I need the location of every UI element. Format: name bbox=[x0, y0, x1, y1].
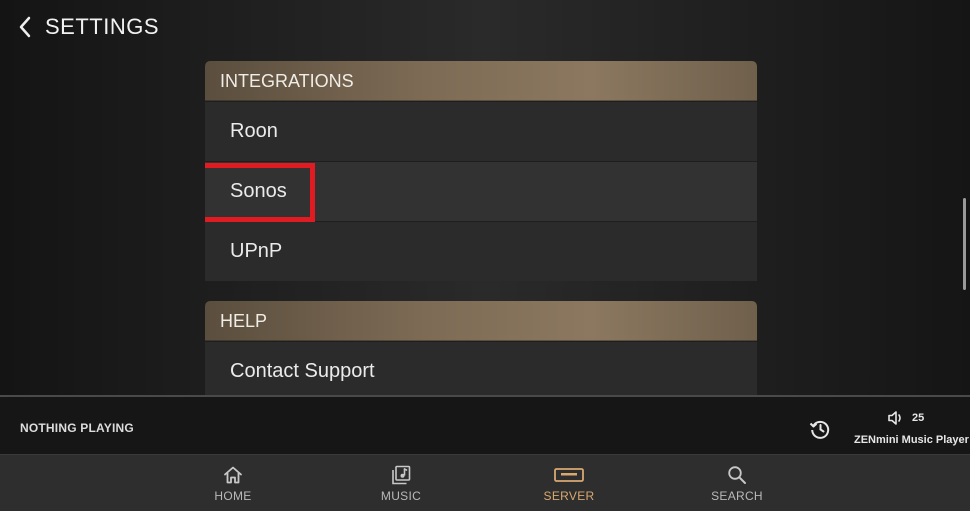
settings-item-label: Contact Support bbox=[230, 360, 375, 382]
now-playing-status: NOTHING PLAYING bbox=[20, 421, 134, 435]
settings-item-sonos[interactable]: Sonos bbox=[205, 161, 757, 222]
section-help: HELP Contact Support bbox=[205, 301, 757, 395]
section-header-integrations: INTEGRATIONS bbox=[205, 61, 757, 101]
settings-item-roon[interactable]: Roon bbox=[205, 101, 757, 161]
history-button[interactable] bbox=[808, 417, 832, 441]
nav-server[interactable]: SERVER bbox=[519, 455, 619, 511]
settings-item-contact-support[interactable]: Contact Support bbox=[205, 341, 757, 395]
nav-home[interactable]: HOME bbox=[183, 455, 283, 511]
settings-item-label: Roon bbox=[230, 120, 278, 142]
nav-label: SEARCH bbox=[711, 489, 763, 503]
volume-value: 25 bbox=[912, 412, 925, 424]
server-icon bbox=[554, 468, 584, 482]
bottom-nav: HOME MUSIC SERVER SEARCH bbox=[0, 454, 970, 511]
home-icon bbox=[224, 466, 242, 484]
speaker-icon bbox=[888, 411, 901, 425]
music-library-icon bbox=[392, 465, 411, 485]
nav-label: HOME bbox=[214, 489, 252, 503]
zone-name[interactable]: ZENmini Music Player bbox=[854, 434, 969, 446]
back-button[interactable] bbox=[14, 15, 36, 39]
settings-item-label: Sonos bbox=[230, 180, 287, 202]
volume-control[interactable]: 25 bbox=[888, 411, 924, 425]
header: SETTINGS bbox=[0, 0, 970, 54]
app-window: SETTINGS INTEGRATIONS Roon Sonos UPnP HE… bbox=[0, 0, 970, 511]
nav-music[interactable]: MUSIC bbox=[351, 455, 451, 511]
section-integrations: INTEGRATIONS Roon Sonos UPnP bbox=[205, 61, 757, 281]
section-header-help: HELP bbox=[205, 301, 757, 341]
history-icon bbox=[809, 420, 830, 439]
settings-list: INTEGRATIONS Roon Sonos UPnP HELP Contac… bbox=[205, 61, 757, 395]
chevron-left-icon bbox=[19, 16, 31, 38]
nav-search[interactable]: SEARCH bbox=[687, 455, 787, 511]
nav-label: MUSIC bbox=[380, 489, 422, 503]
settings-item-label: UPnP bbox=[230, 240, 283, 262]
now-playing-bar: NOTHING PLAYING 25 ZENmini Music Player bbox=[0, 395, 970, 454]
search-icon bbox=[728, 466, 746, 484]
settings-item-upnp[interactable]: UPnP bbox=[205, 221, 757, 281]
page-title: SETTINGS bbox=[45, 14, 160, 39]
nav-label: SERVER bbox=[543, 489, 595, 503]
scrollbar[interactable] bbox=[963, 198, 966, 290]
